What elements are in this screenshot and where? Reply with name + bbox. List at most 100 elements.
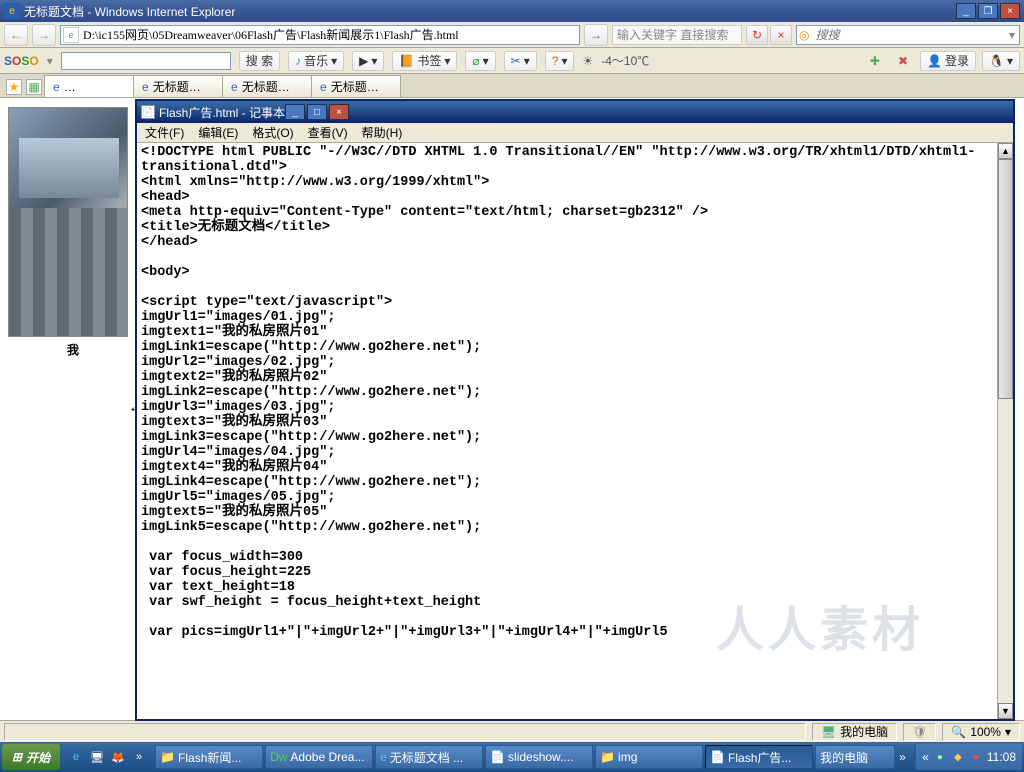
notepad-minimize-button[interactable]: _ (285, 104, 305, 120)
weather-icon: ☀ (582, 54, 593, 68)
url-field-wrap: e (60, 25, 580, 45)
file-icon: 📄 (490, 750, 505, 764)
shield-icon: 🛡 (912, 725, 927, 739)
notepad-icon: 📄 (141, 105, 155, 119)
add-button[interactable]: ✚ (864, 51, 886, 71)
page-button[interactable]: ?▾ (545, 51, 575, 71)
ie-titlebar: e 无标题文档 - Windows Internet Explorer _ ❐ … (0, 0, 1024, 22)
keyword-hint[interactable]: 输入关键字 直接搜索 (612, 25, 742, 45)
scroll-down-button[interactable]: ▼ (998, 703, 1013, 719)
soso-logo: SOSO (4, 54, 39, 68)
taskbar-overflow[interactable]: » (897, 750, 908, 764)
menu-view[interactable]: 查看(V) (302, 122, 354, 143)
player-button[interactable]: ▶▾ (352, 51, 384, 71)
notepad-window: 📄 Flash广告.html - 记事本 _ □ × 文件(F) 编辑(E) 格… (135, 99, 1015, 721)
search-provider-icon: ◎ (799, 28, 809, 42)
tab-3[interactable]: e无标题… (222, 75, 312, 97)
notepad-textarea[interactable]: <!DOCTYPE html PUBLIC "-//W3C//DTD XHTML… (137, 143, 997, 719)
ql-ie-icon[interactable]: e (66, 747, 86, 767)
tab-1-label: … (64, 80, 76, 94)
zoom-control[interactable]: 🔍100%▾ (942, 723, 1020, 741)
tab-page-icon: e (53, 80, 60, 94)
search-dropdown-icon[interactable]: ▾ (1009, 28, 1015, 42)
task-ie-doc[interactable]: e无标题文档 ... (375, 745, 483, 769)
status-message (4, 723, 806, 741)
qq-button[interactable]: 🐧▾ (982, 51, 1020, 71)
task-flash-news[interactable]: 📁Flash新闻... (155, 745, 263, 769)
dw-icon: Dw (270, 750, 287, 764)
back-button[interactable]: ← (4, 24, 28, 46)
page-icon: e (63, 27, 79, 43)
notepad-maximize-button[interactable]: □ (307, 104, 327, 120)
notepad-title-text: Flash广告.html - 记事本 (159, 104, 285, 121)
music-button[interactable]: ♪音乐▾ (288, 51, 344, 71)
block-button[interactable]: ⌀▾ (465, 51, 495, 71)
toolbar-close-button[interactable]: ✖ (892, 51, 914, 71)
ie-statusbar: 🖥我的电脑 🛡 🔍100%▾ (0, 720, 1024, 742)
ql-firefox-icon[interactable]: 🦊 (108, 747, 128, 767)
tray-clock[interactable]: 11:08 (987, 750, 1016, 764)
search-input[interactable] (811, 28, 1004, 42)
bookmark-button[interactable]: 📙书签▾ (392, 51, 457, 71)
task-slideshow[interactable]: 📄slideshow.... (485, 745, 593, 769)
minimize-button[interactable]: _ (956, 3, 976, 19)
computer-icon: 🖥 (821, 725, 836, 739)
soso-search-input[interactable] (61, 52, 231, 70)
ie-icon: e (4, 3, 20, 19)
task-dreamweaver[interactable]: DwAdobe Drea... (265, 745, 373, 769)
soso-dropdown-icon[interactable]: ▾ (47, 54, 53, 68)
favorites-icon[interactable]: ★ (6, 79, 22, 95)
quick-launch: e 🖥 🦊 » (62, 747, 153, 767)
windows-logo-icon: ⊞ (12, 750, 22, 764)
stop-button[interactable]: × (770, 25, 792, 45)
capture-button[interactable]: ✂▾ (504, 51, 537, 71)
search-box: ◎ ▾ (796, 25, 1020, 45)
restore-button[interactable]: ❐ (978, 3, 998, 19)
notepad-close-button[interactable]: × (329, 104, 349, 120)
flash-preview: 我 (8, 107, 138, 362)
tab-3-label: 无标题… (242, 78, 290, 95)
menu-format[interactable]: 格式(O) (246, 122, 299, 143)
task-flash-ad[interactable]: 📄Flash广告... (705, 745, 813, 769)
feeds-icon[interactable]: ▦ (26, 79, 42, 95)
menu-help[interactable]: 帮助(H) (356, 122, 409, 143)
ql-more-icon[interactable]: » (129, 747, 149, 767)
login-button[interactable]: 👤登录 (920, 51, 976, 71)
menu-edit[interactable]: 编辑(E) (192, 122, 244, 143)
scroll-thumb[interactable] (998, 159, 1013, 399)
forward-button[interactable]: → (32, 24, 56, 46)
tab-1[interactable]: e… (44, 75, 134, 97)
zoom-value: 100% (970, 725, 1001, 739)
notepad-scrollbar[interactable]: ▲ ▼ (997, 143, 1013, 719)
url-input[interactable] (81, 27, 579, 42)
notepad-titlebar[interactable]: 📄 Flash广告.html - 记事本 _ □ × (137, 101, 1013, 123)
notepad-task-icon: 📄 (710, 750, 725, 764)
tab-4-label: 无标题… (331, 78, 379, 95)
menu-file[interactable]: 文件(F) (139, 122, 190, 143)
go-button[interactable]: → (584, 24, 608, 46)
soso-toolbar: SOSO ▾ 搜 索 ♪音乐▾ ▶▾ 📙书签▾ ⌀▾ ✂▾ ?▾ ☀ -4～10… (0, 48, 1024, 74)
task-mycomputer[interactable]: 我的电脑 (815, 745, 895, 769)
start-button[interactable]: ⊞开始 (2, 744, 60, 770)
folder-icon: 📁 (600, 750, 615, 764)
tray-record-icon[interactable]: ● (969, 750, 983, 764)
tray-expand-button[interactable]: « (922, 750, 929, 764)
notepad-menubar: 文件(F) 编辑(E) 格式(O) 查看(V) 帮助(H) (137, 123, 1013, 143)
task-img[interactable]: 📁img (595, 745, 703, 769)
notepad-body: <!DOCTYPE html PUBLIC "-//W3C//DTD XHTML… (137, 143, 1013, 719)
folder-icon: 📁 (160, 750, 175, 764)
refresh-button[interactable]: ↻ (746, 25, 768, 45)
ie-task-icon: e (380, 750, 387, 764)
ql-desktop-icon[interactable]: 🖥 (87, 747, 107, 767)
tray-volume-icon[interactable]: ● (933, 750, 947, 764)
status-zone-mycomputer: 🖥我的电脑 (812, 723, 897, 741)
tray-shield-icon[interactable]: ◆ (951, 750, 965, 764)
tab-bar: ★ ▦ e… e无标题… e无标题… e无标题… (0, 74, 1024, 98)
content-area: 我 ↔ 📄 Flash广告.html - 记事本 _ □ × 文件(F) 编辑(… (0, 98, 1024, 720)
soso-search-button[interactable]: 搜 索 (239, 51, 280, 71)
scroll-up-button[interactable]: ▲ (998, 143, 1013, 159)
close-button[interactable]: × (1000, 3, 1020, 19)
tab-2[interactable]: e无标题… (133, 75, 223, 97)
flash-caption: 我 (8, 337, 138, 362)
tab-4[interactable]: e无标题… (311, 75, 401, 97)
